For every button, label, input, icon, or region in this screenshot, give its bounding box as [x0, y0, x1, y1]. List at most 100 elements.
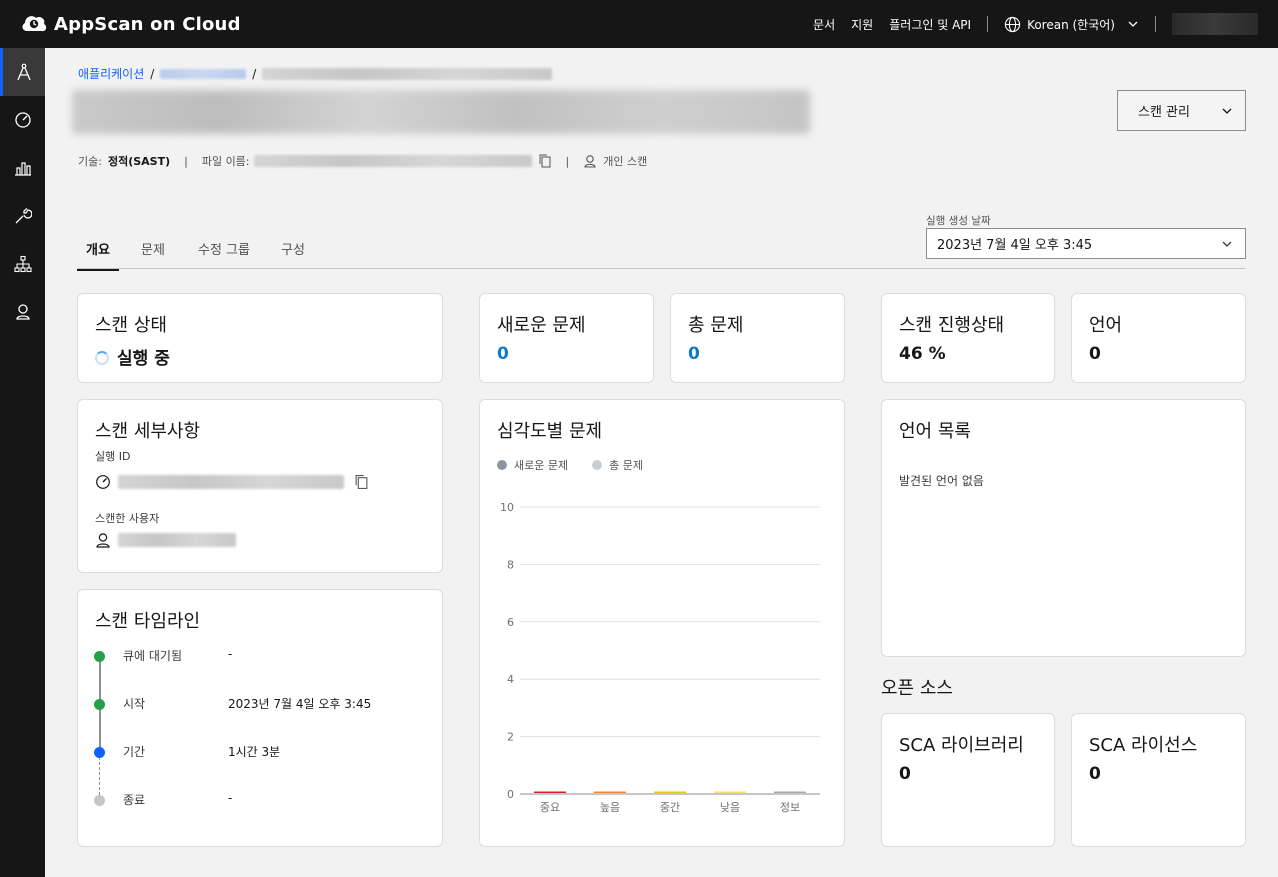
- user-icon: [15, 304, 30, 320]
- scanned-by-label: 스캔한 사용자: [95, 512, 160, 525]
- gauge-icon: [14, 112, 31, 128]
- rail-organization[interactable]: [0, 240, 45, 288]
- execution-date-value: 2023년 7월 4일 오후 3:45: [937, 238, 1093, 253]
- support-link[interactable]: 지원: [851, 16, 873, 33]
- docs-link[interactable]: 문서: [813, 16, 835, 33]
- card-title: 스캔 세부사항: [95, 421, 201, 442]
- legend-item-total[interactable]: 총 문제: [592, 457, 643, 473]
- wrench-icon: [15, 208, 32, 224]
- rail-user[interactable]: [0, 288, 45, 336]
- scan-meta: 기술: 정적(SAST) | 파일 이름: | 개인 스캔: [78, 153, 647, 169]
- legend-item-new[interactable]: 새로운 문제: [497, 457, 568, 473]
- sca-licenses-card: SCA 라이선스 0: [1071, 713, 1246, 847]
- user-menu[interactable]: [1172, 13, 1258, 35]
- scan-progress-card: 스캔 진행상태 46 %: [881, 293, 1055, 383]
- chevron-down-icon: [1222, 241, 1232, 247]
- hierarchy-icon: [13, 255, 32, 273]
- scan-details-card: 스캔 세부사항 실행 ID 스캔한 사용자: [77, 399, 443, 573]
- new-issues-value[interactable]: 0: [497, 344, 509, 364]
- copy-icon[interactable]: [538, 154, 552, 168]
- bar-total[interactable]: [594, 791, 626, 794]
- timeline-status-dot: [94, 795, 105, 806]
- rail-reports[interactable]: [0, 144, 45, 192]
- y-tick-label: 8: [507, 558, 514, 571]
- bar-total[interactable]: [654, 791, 686, 794]
- top-nav: 문서 지원 플러그인 및 API Korean (한국어): [797, 0, 1258, 48]
- legend-swatch: [497, 460, 507, 470]
- tab-issues[interactable]: 문제: [141, 239, 165, 268]
- scan-status-text: 실행 중: [117, 349, 170, 369]
- total-issues-card[interactable]: 총 문제 0: [670, 293, 845, 383]
- chevron-down-icon: [1222, 108, 1232, 114]
- y-tick-label: 10: [500, 501, 514, 514]
- timeline-value: 1시간 3분: [228, 745, 281, 759]
- timeline-value: -: [228, 791, 233, 805]
- copy-icon[interactable]: [354, 474, 369, 490]
- nav-divider: [1155, 16, 1156, 32]
- scan-progress-value: 46 %: [899, 344, 946, 364]
- sca-libraries-value: 0: [899, 764, 911, 784]
- execution-date-select[interactable]: 2023년 7월 4일 오후 3:45: [926, 228, 1246, 259]
- x-tick-label: 중간: [660, 801, 680, 814]
- x-tick-label: 중요: [540, 801, 560, 814]
- scan-status-card: 스캔 상태 실행 중: [77, 293, 443, 383]
- total-issues-value[interactable]: 0: [688, 344, 700, 364]
- user-icon: [96, 533, 110, 548]
- app-name: AppScan on Cloud: [54, 13, 241, 35]
- bar-total[interactable]: [714, 791, 746, 794]
- card-title: 언어 목록: [899, 421, 971, 442]
- languages-value: 0: [1089, 344, 1101, 364]
- breadcrumb-application-name[interactable]: [160, 68, 247, 79]
- rail-scans[interactable]: [0, 96, 45, 144]
- globe-icon: [1004, 16, 1021, 32]
- user-icon: [584, 155, 596, 168]
- timeline-status-dot: [94, 651, 105, 662]
- timeline-label: 종료: [123, 793, 146, 807]
- legend-swatch: [592, 460, 603, 470]
- bar-total[interactable]: [534, 791, 566, 794]
- y-tick-label: 0: [507, 788, 514, 801]
- language-label: Korean (한국어): [1027, 17, 1115, 32]
- y-tick-label: 6: [507, 616, 514, 629]
- new-issues-card[interactable]: 새로운 문제 0: [479, 293, 654, 383]
- rail-applications[interactable]: [0, 48, 45, 96]
- breadcrumb-separator: /: [252, 66, 257, 81]
- card-title: 심각도별 문제: [497, 421, 603, 442]
- severity-bar-chart: 0 2 4 6 8 10 중요 높음 중간 낮음 정보: [500, 501, 820, 814]
- compass-icon: [17, 63, 31, 81]
- execution-id-value: [118, 475, 344, 489]
- tab-fix-groups[interactable]: 수정 그룹: [198, 239, 250, 268]
- card-title: 스캔 진행상태: [899, 315, 1005, 336]
- meta-divider: |: [565, 154, 570, 168]
- legend-label: 새로운 문제: [514, 459, 569, 472]
- timeline-status-dot: [94, 747, 105, 758]
- bar-total[interactable]: [774, 791, 806, 794]
- chevron-down-icon: [1128, 21, 1138, 27]
- breadcrumb-separator: /: [150, 66, 155, 81]
- tab-configuration[interactable]: 구성: [281, 239, 305, 268]
- open-source-heading: 오픈 소스: [881, 678, 953, 699]
- scan-status-value: 실행 중: [95, 344, 170, 369]
- card-title: 언어: [1089, 315, 1123, 336]
- x-tick-label: 낮음: [720, 801, 740, 814]
- card-title: 스캔 상태: [95, 315, 167, 336]
- tab-overview[interactable]: 개요: [77, 239, 119, 271]
- appscan-logo-icon: [22, 16, 47, 32]
- app-logo[interactable]: AppScan on Cloud: [20, 11, 241, 37]
- timeline-value: -: [228, 647, 233, 661]
- card-title: 스캔 타임라인: [95, 611, 201, 632]
- x-tick-label: 정보: [780, 801, 800, 814]
- sca-licenses-value: 0: [1089, 764, 1101, 784]
- language-selector[interactable]: Korean (한국어): [1004, 16, 1139, 33]
- rail-tools[interactable]: [0, 192, 45, 240]
- file-name-value: [253, 155, 532, 167]
- plugins-api-link[interactable]: 플러그인 및 API: [889, 16, 971, 33]
- languages-card: 언어 0: [1071, 293, 1246, 383]
- sca-libraries-card: SCA 라이브러리 0: [881, 713, 1055, 847]
- breadcrumb-applications[interactable]: 애플리케이션: [78, 65, 144, 82]
- y-tick-label: 2: [507, 731, 514, 744]
- card-title: SCA 라이선스: [1089, 735, 1198, 756]
- manage-scan-button[interactable]: 스캔 관리: [1117, 90, 1246, 131]
- side-rail: [0, 48, 45, 877]
- x-tick-label: 높음: [600, 801, 620, 814]
